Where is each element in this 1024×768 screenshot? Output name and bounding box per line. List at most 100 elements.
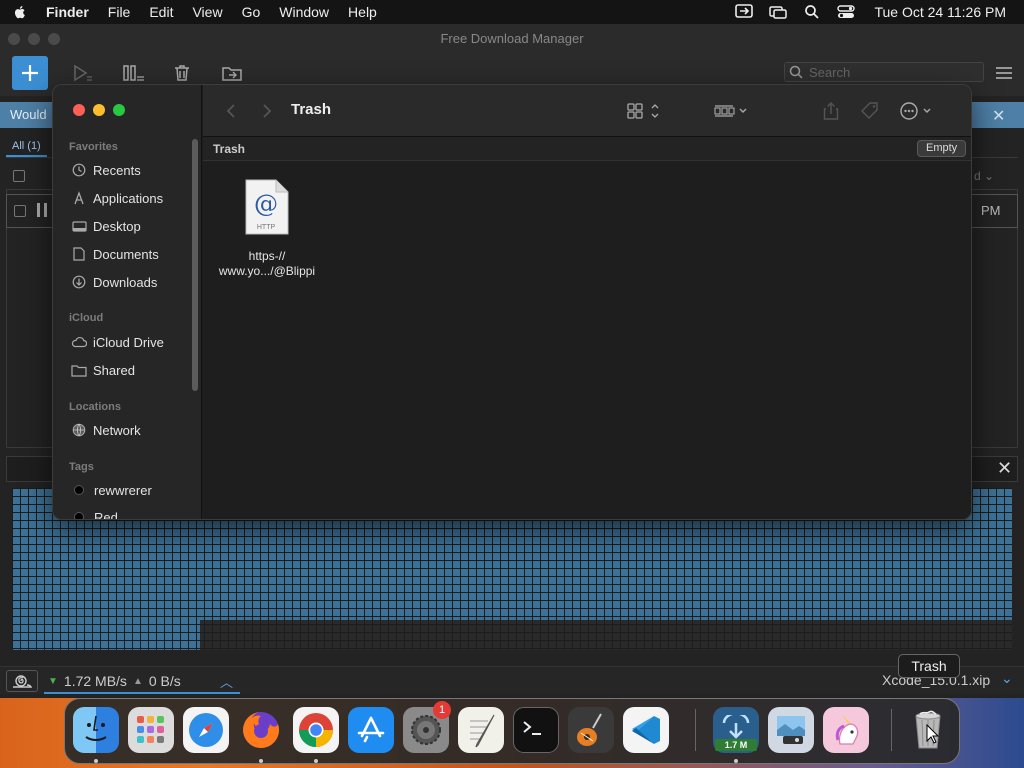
back-button[interactable] — [221, 101, 241, 121]
delete-button[interactable] — [170, 62, 194, 84]
empty-trash-button[interactable]: Empty — [917, 140, 967, 157]
menu-go[interactable]: Go — [242, 4, 261, 20]
sidebar-header-tags: Tags — [69, 461, 94, 473]
safari-icon[interactable] — [183, 707, 229, 753]
sidebar-tag-red[interactable]: Red — [61, 505, 193, 520]
file-name-line1: https-// — [248, 249, 286, 263]
preview-icon[interactable] — [768, 707, 814, 753]
forward-button[interactable] — [257, 101, 277, 121]
sidebar-header-favorites: Favorites — [69, 141, 118, 153]
menu-window[interactable]: Window — [279, 4, 329, 20]
applications-icon — [71, 190, 87, 206]
row-pause-icon[interactable] — [37, 203, 47, 217]
garageband-icon[interactable] — [568, 707, 614, 753]
launchpad-icon[interactable] — [128, 707, 174, 753]
plus-icon — [22, 65, 38, 81]
download-dropdown-icon[interactable]: ⌄ — [1001, 670, 1013, 687]
banner-text: Would — [10, 107, 47, 122]
menu-view[interactable]: View — [192, 4, 222, 20]
minimize-button[interactable] — [93, 104, 105, 116]
sidebar-item-label: Red — [94, 509, 118, 520]
sidebar-item-applications[interactable]: Applications — [61, 186, 193, 210]
folder-move-icon — [222, 67, 242, 81]
add-download-button[interactable] — [12, 56, 48, 90]
sidebar-item-label: Desktop — [93, 218, 141, 234]
fdm-search-input[interactable] — [809, 64, 979, 80]
snail-icon — [13, 675, 33, 688]
more-actions-icon — [900, 102, 931, 120]
hamburger-menu-icon[interactable] — [994, 64, 1014, 82]
share-button[interactable] — [821, 100, 841, 122]
screen-mirroring-icon[interactable] — [734, 4, 754, 20]
action-menu-button[interactable] — [899, 100, 937, 122]
sidebar-item-label: rewwrerer — [94, 482, 152, 498]
notification-badge: 1 — [433, 701, 451, 719]
tab-all[interactable]: All (1) — [6, 140, 47, 157]
sidebar-item-downloads[interactable]: Downloads — [61, 270, 193, 294]
sidebar-item-desktop[interactable]: Desktop — [61, 214, 193, 238]
menu-clock[interactable]: Tue Oct 24 11:26 PM — [874, 4, 1006, 20]
sort-column-header[interactable]: d ⌄ — [974, 169, 994, 183]
details-close-icon[interactable]: ✕ — [997, 458, 1012, 479]
sidebar-item-icloud-drive[interactable]: iCloud Drive — [61, 330, 193, 354]
menu-edit[interactable]: Edit — [149, 4, 173, 20]
system-settings-icon[interactable]: 1 — [403, 701, 451, 753]
tag-button[interactable] — [859, 100, 881, 122]
search-icon — [789, 65, 803, 79]
app-store-icon[interactable] — [348, 707, 394, 753]
speed-indicator[interactable]: ▼ 1.72 MB/s ▲ 0 B/s ︿ — [44, 670, 240, 694]
spotlight-icon[interactable] — [802, 4, 822, 20]
menu-help[interactable]: Help — [348, 4, 377, 20]
sidebar-item-documents[interactable]: Documents — [61, 242, 193, 266]
fdm-status-bar: ▼ 1.72 MB/s ▲ 0 B/s ︿ Xcode_15.0.1.xip ⌄ — [0, 666, 1024, 694]
speed-limit-snail-button[interactable] — [6, 670, 38, 692]
speed-expand-icon[interactable]: ︿ — [220, 672, 233, 691]
control-center-icon[interactable] — [836, 4, 856, 20]
sidebar-item-label: Applications — [93, 190, 164, 206]
zoom-button[interactable] — [113, 104, 125, 116]
select-all-checkbox[interactable] — [13, 170, 25, 182]
chevron-left-icon — [226, 104, 235, 118]
fdm-titlebar: Free Download Manager — [0, 24, 1024, 52]
pause-button[interactable] — [122, 62, 146, 84]
row-checkbox[interactable] — [14, 205, 26, 217]
shared-folder-icon — [71, 362, 87, 378]
display-icon[interactable] — [768, 4, 788, 20]
tag-color-dot — [74, 485, 84, 495]
file-icon-label: HTTP — [257, 224, 276, 231]
pause-icon — [123, 65, 144, 81]
free-download-manager-icon[interactable]: 1.7 M — [713, 707, 759, 753]
sidebar-item-label: Downloads — [93, 274, 158, 290]
finder-content-area: @ HTTP https-// www.yo.../@Blippi — [203, 162, 971, 519]
close-button[interactable] — [73, 104, 85, 116]
firefox-icon[interactable] — [238, 707, 284, 753]
finder-icon[interactable] — [73, 707, 119, 753]
menu-app-name[interactable]: Finder — [46, 4, 89, 20]
file-name-line2: www.yo.../@Blippi — [218, 264, 316, 278]
sidebar-item-network[interactable]: Network — [61, 418, 193, 442]
apple-logo-icon[interactable] — [12, 4, 28, 20]
unicorn-app-icon[interactable] — [823, 707, 869, 753]
banner-close-icon[interactable]: ✕ — [992, 106, 1005, 126]
finder-sidebar: Favorites Recents Applications Desktop D… — [53, 85, 202, 520]
sidebar-tag-rewwrerer[interactable]: rewwrerer — [61, 478, 193, 502]
group-button[interactable] — [713, 100, 751, 122]
fdm-search-box[interactable] — [784, 62, 984, 82]
view-mode-button[interactable] — [627, 100, 663, 122]
trash-file-item[interactable]: @ HTTP https-// www.yo.../@Blippi — [213, 178, 321, 279]
start-button[interactable] — [70, 62, 94, 84]
sidebar-item-label: Shared — [93, 362, 135, 378]
vscode-icon[interactable] — [623, 707, 669, 753]
sidebar-item-recents[interactable]: Recents — [61, 158, 193, 182]
file-name: https-// www.yo.../@Blippi — [213, 249, 321, 279]
sidebar-item-shared[interactable]: Shared — [61, 358, 193, 382]
sidebar-item-label: iCloud Drive — [93, 334, 164, 350]
share-icon — [823, 102, 839, 120]
textedit-icon[interactable] — [458, 707, 504, 753]
menu-file[interactable]: File — [108, 4, 131, 20]
chrome-icon[interactable] — [293, 707, 339, 753]
tag-icon — [861, 102, 878, 119]
move-to-folder-button[interactable] — [220, 62, 244, 84]
terminal-icon[interactable] — [513, 707, 559, 753]
sidebar-scrollbar[interactable] — [192, 139, 198, 391]
